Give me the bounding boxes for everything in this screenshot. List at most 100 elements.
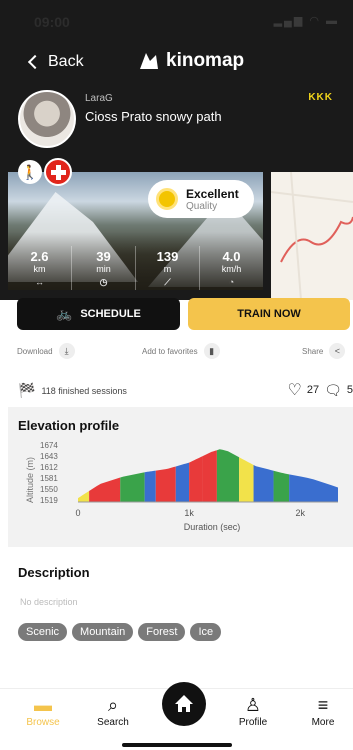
description-text: No description	[20, 597, 78, 607]
walking-icon: 🚶	[18, 160, 42, 184]
stat-speed: 4.0 km/h ◔	[200, 246, 263, 290]
status-time: 09:00	[34, 14, 70, 30]
tag[interactable]: Scenic	[18, 623, 68, 641]
stat-distance: 2.6 km ↔	[8, 246, 72, 290]
reactions: ♡ 27 🗨 5	[288, 380, 353, 400]
route-stats: 2.6 km ↔ 39 min ◷ 139 m ⟋ 4.0 km/h ◔	[8, 246, 263, 290]
stat-value: 139	[156, 249, 179, 264]
y-tick-label: 1550	[40, 485, 58, 494]
favorites-action[interactable]: Add to favorites ▮	[142, 343, 220, 359]
elevation-segment	[253, 464, 274, 502]
download-action[interactable]: Download ⤓	[17, 343, 75, 359]
back-button[interactable]: Back	[27, 53, 84, 71]
avatar[interactable]	[18, 90, 76, 148]
y-axis-label: Altitude (m)	[25, 457, 35, 503]
elevation-panel: Elevation profile 1674 1643 1612 1581 1550 15…	[8, 407, 353, 547]
clock-icon: ◷	[99, 277, 108, 287]
stat-elevation: 139 m ⟋	[136, 246, 200, 290]
heart-icon[interactable]: ♡	[288, 380, 302, 400]
elevation-segment	[175, 462, 190, 502]
nav-label: Browse	[26, 717, 60, 728]
kkk-badge: KKK	[308, 92, 333, 103]
kinomap-logo-icon	[140, 53, 158, 69]
nav-label: More	[311, 717, 335, 728]
tag-list: Scenic Mountain Forest Ice	[18, 623, 222, 641]
elevation-segment	[202, 450, 217, 502]
y-tick-label: 1581	[40, 474, 58, 483]
stat-unit: km/h	[221, 264, 242, 274]
train-now-button[interactable]: TRAIN NOW	[188, 298, 350, 330]
share-icon: <	[329, 343, 346, 359]
person-icon: ♙	[244, 695, 262, 715]
share-action[interactable]: Share <	[302, 343, 346, 359]
home-button[interactable]	[162, 682, 206, 726]
nav-search[interactable]: ⌕ Search	[88, 695, 138, 728]
tag[interactable]: Forest	[138, 623, 186, 641]
download-icon: ⤓	[58, 343, 75, 359]
nav-browse[interactable]: ▬ Browse	[18, 695, 68, 728]
sessions-info: 🏁 118 finished sessions	[18, 382, 127, 399]
stat-unit: m	[163, 264, 172, 274]
medal-icon	[156, 188, 178, 210]
browse-icon: ▬	[34, 695, 52, 715]
download-label: Download	[17, 346, 53, 356]
bookmark-icon: ▮	[203, 343, 220, 359]
elevation-segment	[155, 466, 176, 502]
checkered-flag-icon: 🏁	[18, 382, 36, 398]
x-tick-label: 1k	[184, 508, 194, 518]
brand-logo: kinomap	[138, 50, 244, 72]
quality-label: Excellent	[186, 186, 239, 201]
stat-value: 39	[96, 249, 111, 264]
elevation-segment	[144, 470, 156, 502]
nav-profile[interactable]: ♙ Profile	[228, 695, 278, 728]
nav-label: Profile	[238, 717, 268, 728]
tag[interactable]: Ice	[190, 623, 222, 641]
home-icon	[175, 695, 193, 712]
y-tick-label: 1674	[40, 441, 58, 450]
nav-label: Search	[97, 717, 129, 728]
route-map-thumbnail[interactable]	[271, 172, 353, 300]
action-row: Download ⤓ Add to favorites ▮ Share <	[0, 343, 353, 363]
elevation-segment	[216, 449, 240, 502]
search-icon: ⌕	[107, 695, 119, 715]
x-tick-label: 0	[75, 508, 80, 518]
elevation-segment	[89, 477, 121, 502]
schedule-button[interactable]: 🚲 SCHEDULE	[17, 298, 180, 330]
y-tick-label: 1643	[40, 452, 58, 461]
stat-unit: km	[33, 264, 46, 274]
stat-unit: min	[96, 264, 111, 274]
quality-sub: Quality	[186, 200, 218, 212]
stat-value: 2.6	[30, 249, 49, 264]
speedometer-icon: ◔	[228, 277, 235, 287]
elevation-segment	[120, 472, 145, 502]
slope-icon: ⟋	[164, 277, 171, 287]
sessions-count: 118 finished sessions	[41, 385, 127, 396]
calendar-bike-icon: 🚲	[56, 306, 73, 321]
favorites-label: Add to favorites	[142, 346, 198, 356]
x-tick-label: 2k	[295, 508, 305, 518]
stat-duration: 39 min ◷	[72, 246, 136, 290]
author-name[interactable]: LaraG	[85, 93, 113, 104]
stat-value: 4.0	[222, 249, 241, 264]
route-title: Cioss Prato snowy path	[85, 109, 222, 124]
description-title: Description	[18, 565, 90, 580]
tag[interactable]: Mountain	[72, 623, 134, 641]
distance-icon: ↔	[35, 277, 44, 287]
chevron-left-icon	[27, 54, 43, 70]
comments-count: 5	[346, 384, 353, 396]
brand-name: kinomap	[166, 50, 245, 71]
elevation-segment	[239, 457, 254, 502]
quality-badge: Excellent Quality	[148, 180, 254, 218]
train-label: TRAIN NOW	[237, 308, 301, 320]
y-tick-label: 1612	[40, 463, 58, 472]
schedule-label: SCHEDULE	[80, 308, 141, 320]
x-axis-label: Duration (sec)	[184, 522, 241, 532]
elevation-segment	[273, 470, 290, 502]
elevation-chart: 1674 1643 1612 1581 1550 1519 Altitude (m) 0 1k 2…	[25, 441, 338, 532]
nav-more[interactable]: ≡ More	[298, 695, 348, 728]
likes-count: 27	[306, 384, 320, 396]
home-indicator	[122, 743, 232, 747]
status-icons: ▂▄▆ ◠ ▬	[273, 15, 339, 27]
back-label: Back	[48, 53, 84, 70]
comment-icon[interactable]: 🗨	[324, 382, 342, 399]
